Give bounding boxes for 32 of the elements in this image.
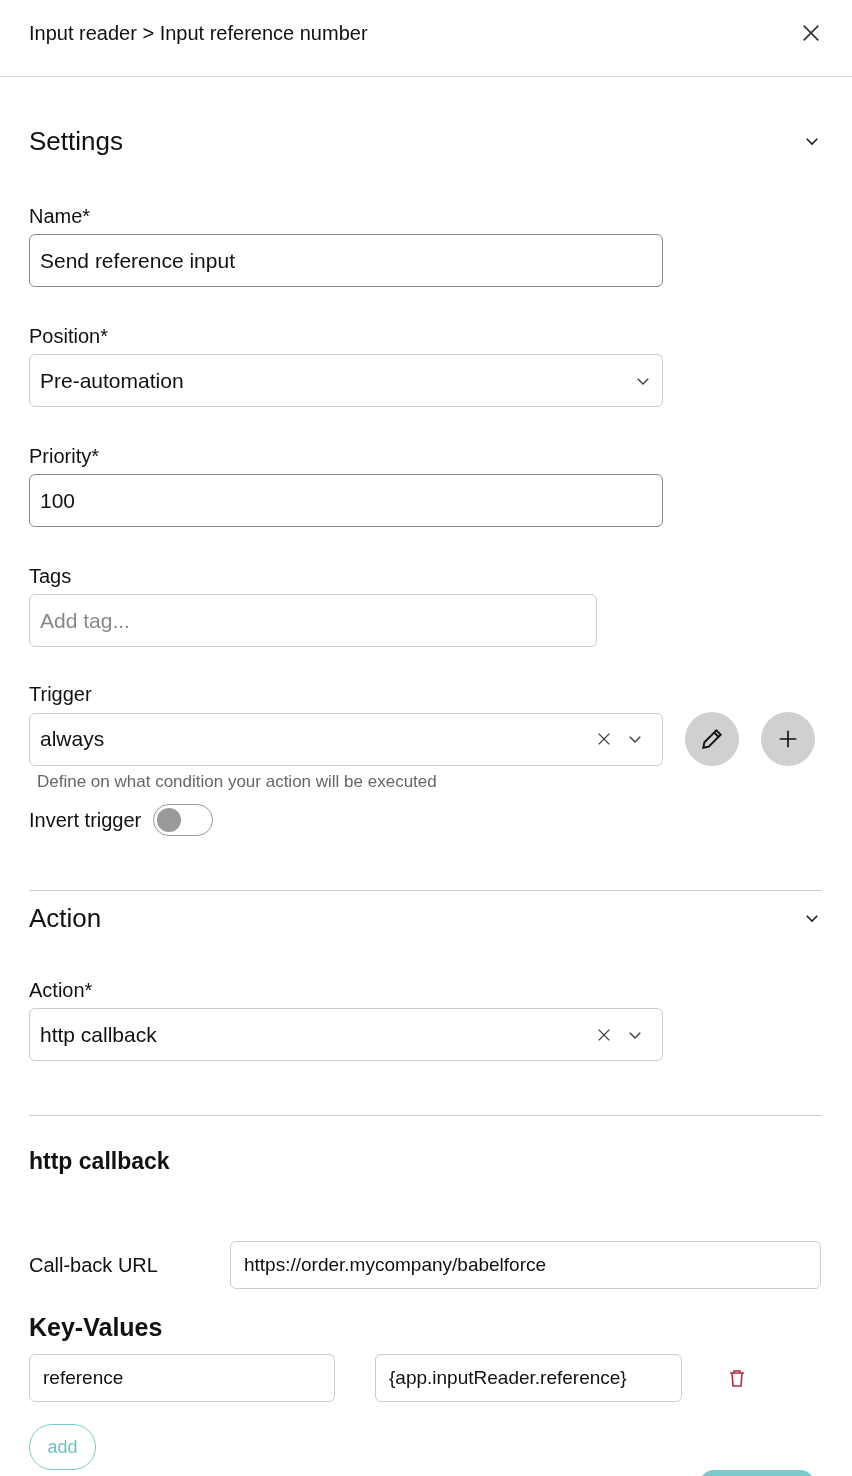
delete-button[interactable]: [729, 1369, 745, 1387]
section-title: Settings: [29, 125, 123, 157]
field-label: Priority*: [29, 445, 100, 468]
field-label: Tags: [29, 565, 73, 588]
plus-icon: [777, 728, 799, 750]
pencil-icon: [699, 726, 725, 752]
subsection-title: http callback: [29, 1148, 171, 1175]
field-label: Trigger: [29, 683, 93, 706]
action-select[interactable]: http callback: [29, 1008, 663, 1061]
add-button[interactable]: [761, 712, 815, 766]
trigger-select[interactable]: always: [29, 712, 663, 766]
field-label: Call-back URL: [29, 1253, 159, 1277]
section-title: Action: [29, 902, 102, 934]
subsection-title: Key-Values: [29, 1313, 164, 1342]
text-field[interactable]: 100: [29, 474, 663, 527]
close-button[interactable]: [800, 22, 822, 44]
field-label: Name*: [29, 205, 92, 228]
url-field[interactable]: https://order.mycompany/babelforce: [230, 1241, 821, 1289]
field-label: Position*: [29, 325, 109, 348]
text-field[interactable]: Send reference input: [29, 234, 663, 287]
breadcrumb: Input reader > Input reference number: [29, 21, 368, 45]
clear-icon[interactable]: [596, 731, 612, 747]
hint-text: Define on what condition your action will be executed: [37, 772, 438, 792]
edit-button[interactable]: [685, 712, 739, 766]
toggle-label: Invert trigger: [29, 808, 142, 832]
value-field[interactable]: {app.inputReader.reference}: [375, 1354, 682, 1402]
field-label: Action*: [29, 979, 94, 1002]
trash-icon: [729, 1369, 745, 1387]
key-field[interactable]: reference: [29, 1354, 335, 1402]
position-select[interactable]: Pre-automation: [29, 354, 663, 407]
invert-toggle[interactable]: [153, 804, 214, 836]
tags-field[interactable]: Add tag...: [29, 594, 597, 647]
